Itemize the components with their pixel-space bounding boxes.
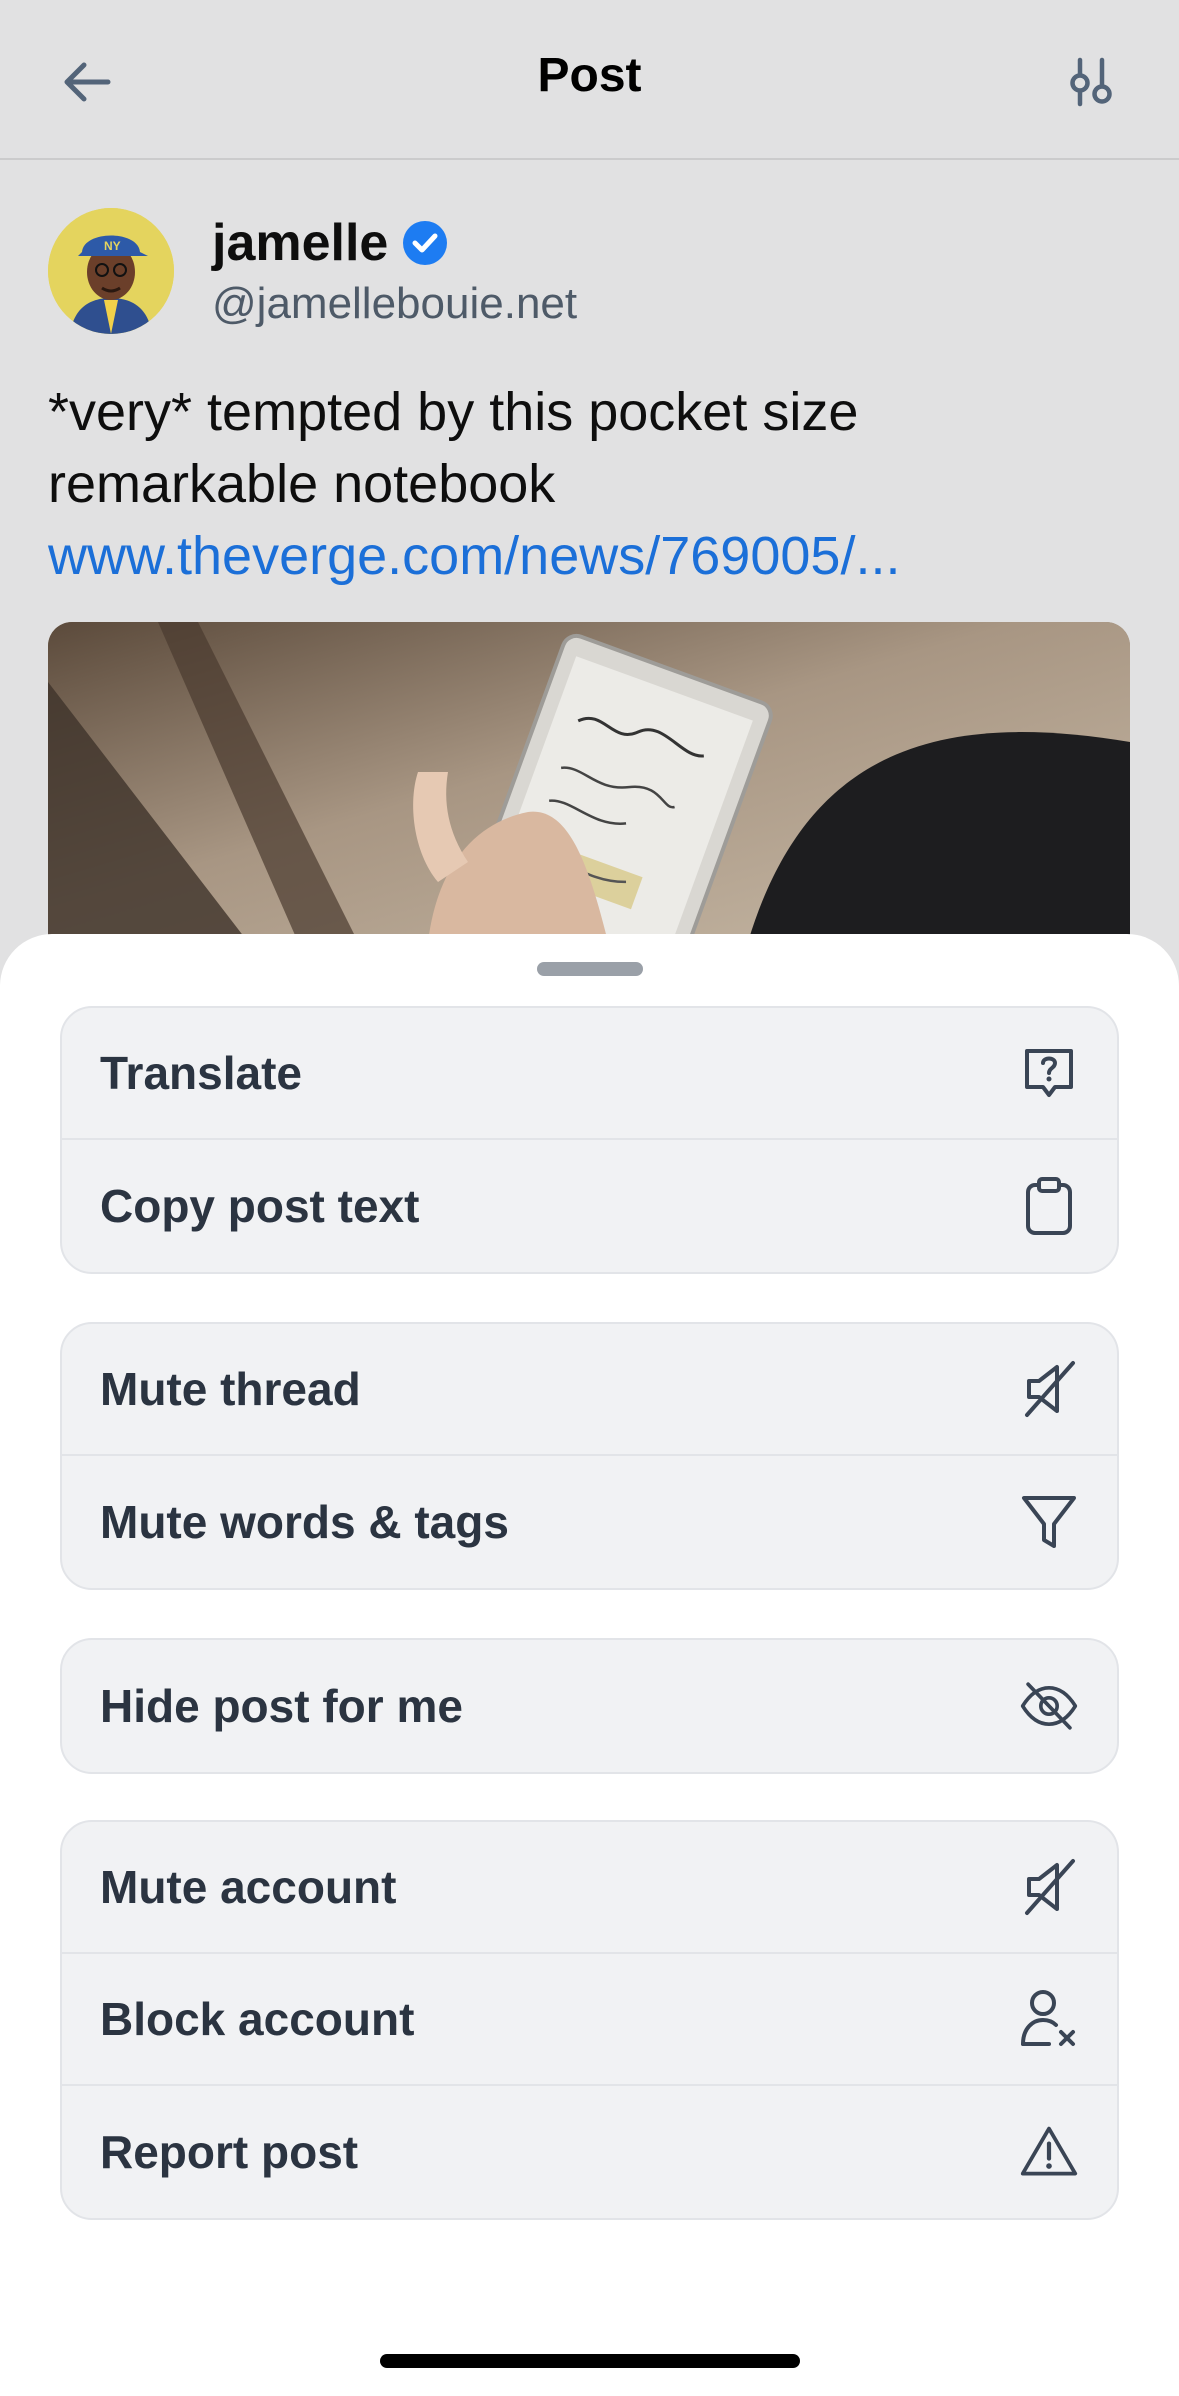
- person-x-icon: [1019, 1989, 1079, 2049]
- copy-post-text-button[interactable]: Copy post text: [62, 1140, 1117, 1272]
- block-account-button[interactable]: Block account: [62, 1954, 1117, 2086]
- mute-account-button[interactable]: Mute account: [62, 1822, 1117, 1954]
- verified-badge-icon: [403, 221, 448, 265]
- avatar[interactable]: NY: [48, 208, 174, 334]
- hide-post-button[interactable]: Hide post for me: [62, 1640, 1117, 1772]
- translate-button[interactable]: Translate: [62, 1008, 1117, 1140]
- thread-settings-button[interactable]: [1059, 50, 1123, 114]
- svg-text:NY: NY: [104, 239, 121, 253]
- post-link[interactable]: www.theverge.com/news/769005/...: [48, 520, 1138, 592]
- menu-group-2: Mute thread Mute words & tags: [60, 1322, 1119, 1590]
- item-label: Mute thread: [100, 1363, 361, 1415]
- home-indicator[interactable]: [380, 2354, 800, 2368]
- menu-group-1: Translate Copy post text: [60, 1006, 1119, 1274]
- item-label: Copy post text: [100, 1180, 420, 1232]
- author-handle[interactable]: @jamellebouie.net: [212, 279, 577, 329]
- item-label: Block account: [100, 1993, 415, 2045]
- post-text: *very* tempted by this pocket size remar…: [48, 382, 859, 514]
- mute-words-tags-button[interactable]: Mute words & tags: [62, 1456, 1117, 1588]
- translate-bubble-icon: [1019, 1043, 1079, 1103]
- item-label: Mute words & tags: [100, 1496, 509, 1548]
- menu-group-4: Mute account Block account Report post: [60, 1820, 1119, 2220]
- item-label: Mute account: [100, 1861, 397, 1913]
- author-name[interactable]: jamelle: [212, 213, 388, 273]
- filter-icon: [1019, 1492, 1079, 1552]
- speaker-off-icon: [1019, 1359, 1079, 1419]
- clipboard-icon: [1019, 1176, 1079, 1236]
- warning-icon: [1019, 2122, 1079, 2182]
- eye-off-icon: [1019, 1676, 1079, 1736]
- post-author[interactable]: NY jamelle @jamellebouie.net: [48, 208, 577, 334]
- speaker-off-icon: [1019, 1857, 1079, 1917]
- top-nav-bar: Post: [0, 0, 1179, 160]
- item-label: Hide post for me: [100, 1680, 463, 1732]
- item-label: Translate: [100, 1047, 302, 1099]
- item-label: Report post: [100, 2126, 359, 2178]
- post-body: *very* tempted by this pocket size remar…: [48, 376, 1138, 592]
- author-info: jamelle @jamellebouie.net: [212, 213, 577, 329]
- sheet-grabber[interactable]: [537, 962, 643, 976]
- page-title: Post: [537, 49, 642, 102]
- post-image[interactable]: [48, 622, 1130, 942]
- menu-group-3: Hide post for me: [60, 1638, 1119, 1774]
- report-post-button[interactable]: Report post: [62, 2086, 1117, 2218]
- post-actions-sheet: Translate Copy post text Mute thread Mut…: [0, 934, 1179, 2396]
- mute-thread-button[interactable]: Mute thread: [62, 1324, 1117, 1456]
- sliders-icon: [1070, 57, 1112, 107]
